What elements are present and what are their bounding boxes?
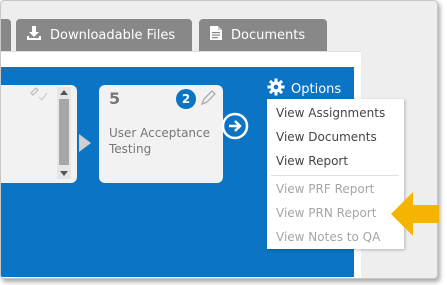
options-label: Options bbox=[291, 81, 342, 97]
scroll-down-icon[interactable] bbox=[60, 171, 68, 176]
menu-item-view-report[interactable]: View Report bbox=[276, 154, 348, 168]
tab-previous[interactable] bbox=[1, 19, 11, 51]
menu-divider bbox=[271, 175, 399, 176]
menu-item-view-prf-report: View PRF Report bbox=[276, 182, 375, 196]
download-icon bbox=[26, 25, 50, 45]
tab-label: Documents bbox=[231, 27, 306, 43]
menu-item-view-notes-to-qa: View Notes to QA bbox=[276, 230, 381, 244]
pencil-icon[interactable] bbox=[199, 89, 217, 111]
workflow-step-card[interactable]: 5 2 User Acceptance Testing bbox=[99, 85, 223, 183]
options-button[interactable]: Options bbox=[267, 78, 341, 100]
options-menu: View Assignments View Documents View Rep… bbox=[267, 99, 404, 249]
tab-documents[interactable]: Documents bbox=[199, 19, 327, 51]
menu-item-view-prn-report: View PRN Report bbox=[276, 206, 377, 220]
step-count-badge: 2 bbox=[176, 89, 196, 109]
tab-downloadable-files[interactable]: Downloadable Files bbox=[16, 19, 192, 51]
flow-arrow-icon bbox=[79, 134, 91, 152]
step-label: User Acceptance Testing bbox=[109, 126, 211, 156]
menu-item-view-documents[interactable]: View Documents bbox=[276, 130, 377, 144]
scrollbar-thumb[interactable] bbox=[59, 99, 69, 165]
document-icon bbox=[209, 25, 231, 45]
highlight-arrow-icon bbox=[389, 190, 441, 242]
gear-icon bbox=[267, 78, 291, 100]
app-window: Downloadable Files Documents 5 2 User Ac… bbox=[0, 0, 438, 279]
step-number: 5 bbox=[109, 89, 121, 108]
menu-item-view-assignments[interactable]: View Assignments bbox=[276, 106, 385, 120]
next-arrow-icon[interactable] bbox=[221, 112, 249, 144]
tab-label: Downloadable Files bbox=[50, 27, 176, 43]
scroll-up-icon[interactable] bbox=[60, 90, 68, 95]
